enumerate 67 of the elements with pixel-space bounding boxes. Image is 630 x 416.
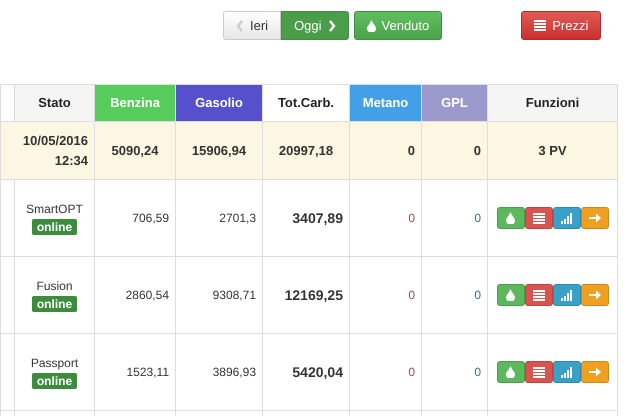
column-header: Stato — [14, 84, 94, 122]
table-cell: 2860,54 — [94, 256, 176, 334]
list-icon — [532, 290, 544, 300]
drop-button[interactable] — [496, 361, 524, 383]
timestamp-cell: 10/05/2016 12:34 — [0, 122, 94, 180]
chevron-left-icon — [236, 20, 244, 32]
table-cell: 0 — [350, 256, 422, 334]
arrow-right-icon — [588, 290, 600, 300]
summary-cell: 5090,24 — [94, 122, 176, 180]
day-button[interactable]: Oggi — [281, 11, 349, 40]
signal-icon — [560, 366, 572, 378]
summary-cell: 0 — [350, 122, 422, 180]
drop-button[interactable] — [496, 207, 524, 229]
table-cell: 0 — [350, 334, 422, 410]
summary-cell: 3 PV — [488, 122, 618, 180]
arrow-right-icon — [588, 213, 600, 223]
column-header: Metano — [350, 84, 422, 122]
list-button[interactable] — [524, 284, 552, 306]
column-header: Gasolio — [176, 84, 262, 122]
list-icon — [534, 20, 546, 31]
table-cell: 3896,93 — [176, 334, 262, 410]
status-badge: online — [32, 296, 78, 312]
sold-button[interactable]: Venduto — [354, 11, 442, 40]
system-name: Passport — [30, 355, 80, 372]
list-button[interactable] — [524, 207, 552, 229]
table-cell: 2701,3 — [176, 180, 262, 256]
table-cell: 9308,71 — [176, 256, 262, 334]
day-button[interactable]: Ieri — [223, 11, 282, 40]
summary-cell: 20997,18 — [262, 122, 350, 180]
arrow-button[interactable] — [580, 284, 608, 306]
table-cell: 12169,25 — [262, 256, 350, 334]
list-button[interactable] — [524, 361, 552, 383]
column-header: Funzioni — [488, 84, 618, 122]
arrow-button[interactable] — [580, 361, 608, 383]
signal-button[interactable] — [552, 207, 580, 229]
summary-cell: 0 — [422, 122, 488, 180]
drop-button[interactable] — [496, 284, 524, 306]
table-cell: 706,59 — [94, 180, 176, 256]
table-cell: 0 — [422, 256, 488, 334]
summary-cell: 15906,94 — [176, 122, 262, 180]
signal-button[interactable] — [552, 361, 580, 383]
table-cell: 0 — [422, 180, 488, 256]
table-cell: 0 — [422, 334, 488, 410]
list-icon — [532, 366, 544, 378]
table-cell: 3407,89 — [262, 180, 350, 256]
drop-icon — [506, 289, 515, 301]
status-badge: online — [32, 373, 78, 389]
column-header: GPL — [422, 84, 488, 122]
arrow-right-icon — [588, 367, 600, 377]
prices-button[interactable]: Prezzi — [521, 11, 602, 40]
arrow-button[interactable] — [580, 207, 608, 229]
column-header: Tot.Carb. — [262, 84, 350, 122]
drop-icon — [506, 366, 515, 378]
column-header: Benzina — [94, 84, 176, 122]
status-badge: online — [32, 219, 78, 235]
table-cell: 0 — [350, 180, 422, 256]
drop-icon — [366, 20, 376, 32]
drop-icon — [506, 212, 515, 224]
chevron-right-icon — [328, 20, 336, 32]
signal-icon — [560, 212, 572, 224]
list-icon — [532, 212, 544, 224]
table-cell: 5420,04 — [262, 334, 350, 410]
signal-button[interactable] — [552, 284, 580, 306]
signal-icon — [560, 290, 572, 300]
system-name: SmartOPT — [25, 201, 84, 218]
table-cell: 1523,11 — [94, 334, 176, 410]
system-name: Fusion — [35, 278, 74, 295]
